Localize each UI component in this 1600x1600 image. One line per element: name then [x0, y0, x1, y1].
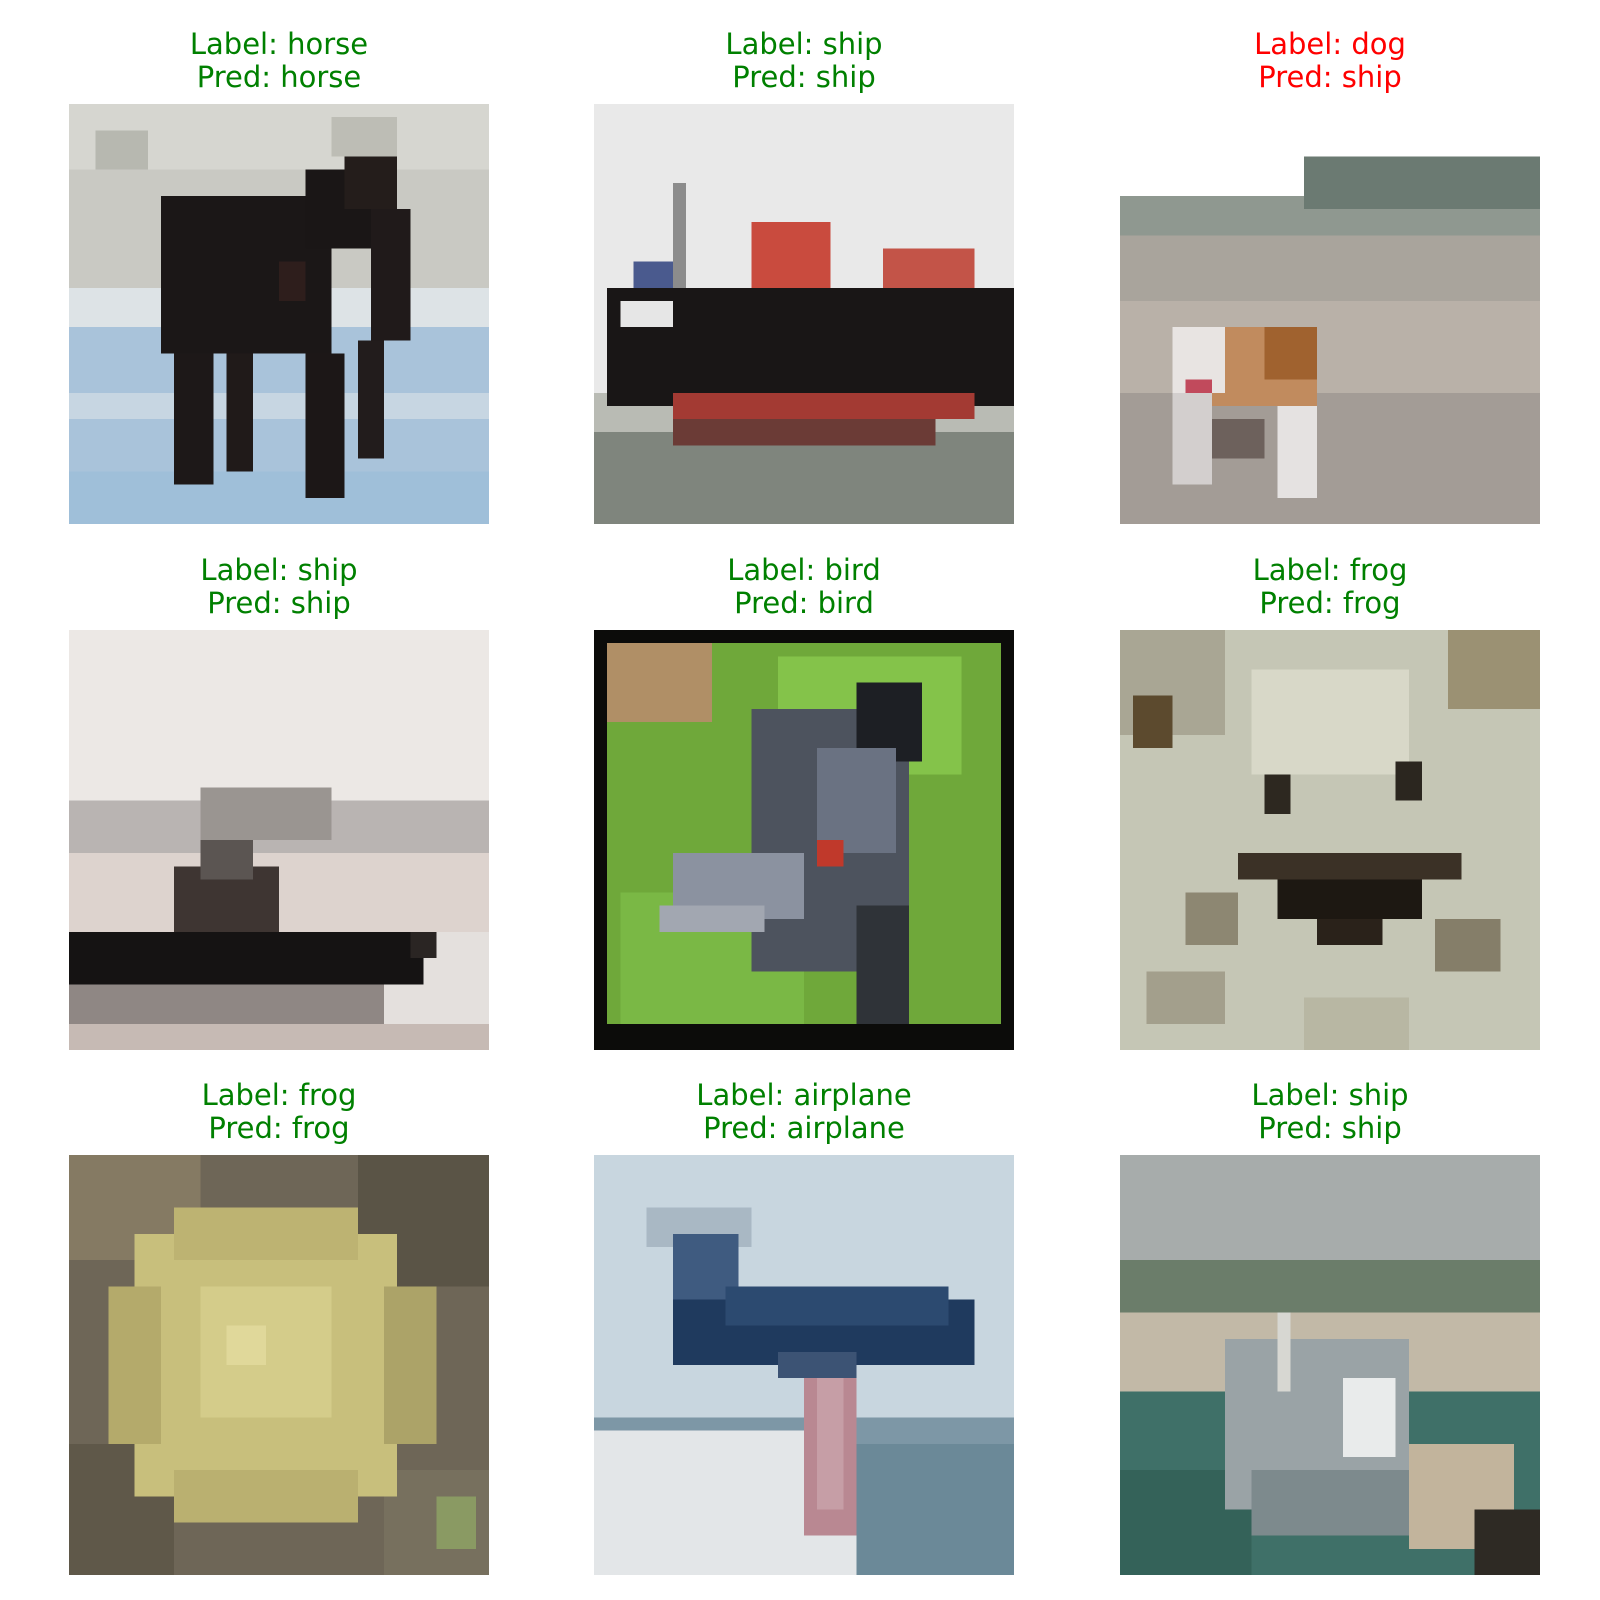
label-text: Label: airplane: [696, 1078, 912, 1112]
sample-image-ship-in-harbor: [1120, 1155, 1540, 1575]
label-text: Label: ship: [1251, 1078, 1409, 1112]
label-text: Label: frog: [201, 1078, 357, 1112]
sample-caption: Label: ship Pred: ship: [594, 28, 1014, 98]
label-text: Label: bird: [727, 553, 881, 587]
sample-caption: Label: horse Pred: horse: [69, 28, 489, 98]
sample-image-bird-head: [594, 630, 1014, 1050]
label-text: Label: ship: [725, 27, 883, 61]
pred-text: Pred: frog: [1259, 586, 1401, 620]
sample-caption: Label: dog Pred: ship: [1120, 28, 1540, 98]
sample-image-frog-closeup: [1120, 630, 1540, 1050]
pred-text: Pred: ship: [207, 586, 351, 620]
sample-caption: Label: frog Pred: frog: [1120, 554, 1540, 624]
pred-text: Pred: ship: [1258, 1111, 1402, 1145]
label-text: Label: frog: [1252, 553, 1408, 587]
pred-text: Pred: ship: [732, 60, 876, 94]
sample-image-horse: [69, 104, 489, 524]
label-text: Label: horse: [189, 27, 369, 61]
label-text: Label: ship: [200, 553, 358, 587]
sample-caption: Label: ship Pred: ship: [69, 554, 489, 624]
label-text: Label: dog: [1254, 27, 1406, 61]
sample-caption: Label: ship Pred: ship: [1120, 1079, 1540, 1149]
pred-text: Pred: bird: [734, 586, 874, 620]
pred-text: Pred: ship: [1258, 60, 1402, 94]
pred-text: Pred: horse: [196, 60, 362, 94]
pred-text: Pred: frog: [208, 1111, 350, 1145]
sample-caption: Label: frog Pred: frog: [69, 1079, 489, 1149]
sample-image-boat-in-fog: [69, 630, 489, 1050]
sample-image-frog-on-leaves: [69, 1155, 489, 1575]
sample-image-dog-on-beach: [1120, 104, 1540, 524]
sample-caption: Label: airplane Pred: airplane: [594, 1079, 1014, 1149]
sample-image-cargo-ship: [594, 104, 1014, 524]
sample-caption: Label: bird Pred: bird: [594, 554, 1014, 624]
sample-image-airplane: [594, 1155, 1014, 1575]
pred-text: Pred: airplane: [703, 1111, 905, 1145]
